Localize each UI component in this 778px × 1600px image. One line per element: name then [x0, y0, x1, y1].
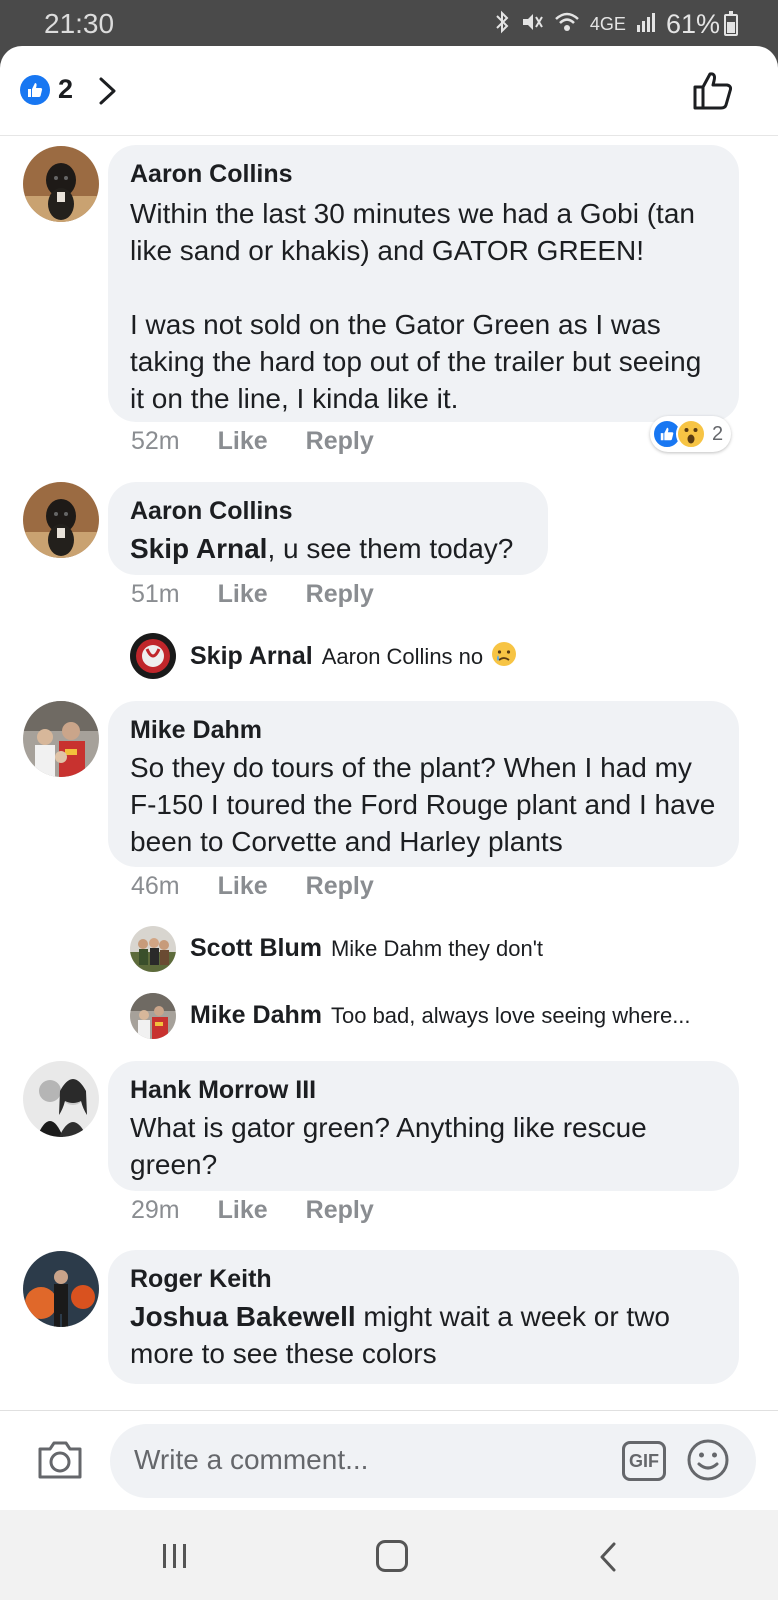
comment-actions: 52m Like Reply [131, 427, 374, 456]
comment-bubble[interactable]: Aaron Collins Within the last 30 minutes… [108, 145, 739, 422]
like-button[interactable]: Like [218, 580, 268, 609]
like-button[interactable]: Like [218, 872, 268, 901]
comment-bubble[interactable]: Hank Morrow III What is gator green? Any… [108, 1061, 739, 1191]
reply-button[interactable]: Reply [306, 580, 374, 609]
comment-text: What is gator green? Anything like rescu… [130, 1112, 647, 1180]
reply-text: Mike Dahm they don't [330, 935, 544, 961]
comment-time: 52m [131, 427, 180, 455]
comment-time: 51m [131, 580, 180, 608]
bluetooth-icon [494, 10, 510, 40]
reply-preview[interactable]: Scott Blum Mike Dahm they don't [190, 934, 543, 963]
comment-body: , u see them today? [267, 533, 514, 564]
mention-link[interactable]: Joshua Bakewell [130, 1301, 356, 1332]
camera-icon[interactable] [36, 1437, 84, 1481]
comment-text: Joshua Bakewell might wait a week or two… [130, 1298, 717, 1372]
system-nav-bar [0, 1510, 778, 1600]
signal-icon [636, 11, 656, 39]
mute-icon [520, 11, 544, 39]
reaction-count: 2 [712, 422, 724, 445]
sheet-header: 2 [0, 46, 778, 136]
avatar[interactable] [130, 633, 176, 679]
avatar[interactable] [23, 482, 99, 558]
thumbs-up-icon[interactable] [692, 70, 734, 112]
reply-author[interactable]: Scott Blum [190, 934, 322, 963]
comment-input[interactable]: Write a comment... GIF [110, 1424, 756, 1498]
mention-link[interactable]: Skip Arnal [130, 533, 267, 564]
reply-author[interactable]: Mike Dahm [190, 1001, 322, 1030]
comment-actions: 46m Like Reply [131, 872, 374, 901]
comment-author[interactable]: Aaron Collins [130, 496, 526, 526]
like-button[interactable]: Like [218, 427, 268, 456]
comment-bubble[interactable]: Mike Dahm So they do tours of the plant?… [108, 701, 739, 867]
comments-sheet: 2 Aaron Collins Within the last 30 minut… [0, 46, 778, 1510]
comment-author[interactable]: Hank Morrow III [130, 1075, 717, 1105]
reply-button[interactable]: Reply [306, 1196, 374, 1225]
comment-actions: 29m Like Reply [131, 1196, 374, 1225]
avatar[interactable] [23, 146, 99, 222]
wifi-icon [554, 11, 580, 39]
battery-icon [724, 11, 738, 36]
emoji-icon[interactable] [686, 1438, 730, 1482]
chevron-right-icon[interactable] [96, 76, 120, 106]
reaction-count[interactable]: 2 [58, 74, 73, 105]
reply-button[interactable]: Reply [306, 427, 374, 456]
reply-button[interactable]: Reply [306, 872, 374, 901]
crying-face-icon [491, 641, 517, 672]
recents-icon[interactable] [160, 1542, 190, 1570]
comment-time: 29m [131, 1196, 180, 1224]
reply-preview[interactable]: Mike Dahm Too bad, always love seeing wh… [190, 1001, 691, 1030]
reply-text: Aaron Collins no [321, 643, 484, 669]
comment-actions: 51m Like Reply [131, 580, 374, 609]
comment-author[interactable]: Aaron Collins [130, 159, 717, 189]
wow-reaction-icon [676, 419, 706, 449]
comment-author[interactable]: Roger Keith [130, 1264, 717, 1294]
battery-percent: 61% [665, 9, 720, 39]
comment-text: So they do tours of the plant? When I ha… [130, 752, 716, 857]
status-time: 21:30 [44, 8, 115, 39]
avatar[interactable] [23, 1251, 99, 1327]
reaction-summary[interactable]: 2 [650, 416, 732, 452]
comment-composer: Write a comment... GIF [0, 1410, 778, 1510]
comment-bubble[interactable]: Roger Keith Joshua Bakewell might wait a… [108, 1250, 739, 1384]
like-badge-icon[interactable] [20, 75, 50, 105]
comment-text: Skip Arnal, u see them today? [130, 530, 526, 567]
like-button[interactable]: Like [218, 1196, 268, 1225]
status-bar: 21:30 4GE 61% [0, 0, 778, 46]
comment-author[interactable]: Mike Dahm [130, 715, 717, 745]
avatar[interactable] [130, 993, 176, 1039]
avatar[interactable] [130, 926, 176, 972]
reply-text: Too bad, always love seeing where... [330, 1002, 691, 1028]
comment-bubble[interactable]: Aaron Collins Skip Arnal, u see them tod… [108, 482, 548, 575]
comment-time: 46m [131, 872, 180, 900]
back-icon[interactable] [596, 1540, 620, 1574]
reply-author[interactable]: Skip Arnal [190, 642, 313, 671]
status-icons: 4GE 61% [494, 9, 720, 40]
comment-text: Within the last 30 minutes we had a Gobi… [130, 198, 702, 414]
avatar[interactable] [23, 1061, 99, 1137]
avatar[interactable] [23, 701, 99, 777]
comment-input-placeholder[interactable]: Write a comment... [134, 1444, 368, 1476]
gif-icon[interactable]: GIF [622, 1441, 666, 1481]
reply-preview[interactable]: Skip Arnal Aaron Collins no [190, 641, 517, 672]
home-icon[interactable] [376, 1540, 408, 1572]
network-type: 4GE [589, 14, 626, 34]
